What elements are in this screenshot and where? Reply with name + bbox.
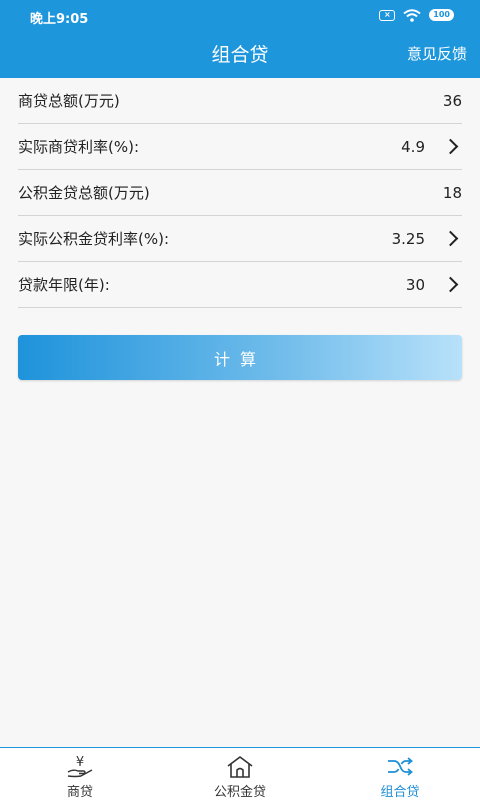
commercial-rate-value-wrap: 4.9 xyxy=(401,138,462,156)
loan-years-label: 贷款年限(年): xyxy=(18,276,110,294)
feedback-link[interactable]: 意见反馈 xyxy=(407,43,467,64)
chevron-right-icon xyxy=(442,230,459,247)
tab-label: 公积金贷 xyxy=(213,785,266,800)
shuffle-icon xyxy=(385,754,415,780)
sim-icon: × xyxy=(379,9,396,21)
calculate-button[interactable]: 计算 xyxy=(18,335,462,380)
commercial-loan-amount-input[interactable] xyxy=(342,91,462,110)
hand-yen-icon: ¥ xyxy=(65,754,95,780)
commercial-rate-row[interactable]: 实际商贷利率(%): 4.9 xyxy=(18,124,462,170)
provident-rate-value-wrap: 3.25 xyxy=(392,230,462,248)
commercial-loan-amount-label: 商贷总额(万元) xyxy=(18,92,120,110)
loan-form: 商贷总额(万元) 实际商贷利率(%): 4.9 公积金贷总额(万元) 实际公积金… xyxy=(18,78,462,308)
commercial-loan-amount-row[interactable]: 商贷总额(万元) xyxy=(18,78,462,124)
provident-rate-label: 实际公积金贷利率(%): xyxy=(18,230,170,248)
bottom-tabbar: ¥ 商贷 公积金贷 组合贷 xyxy=(0,747,480,800)
status-time: 晚上9:05 xyxy=(30,12,89,27)
provident-loan-amount-label: 公积金贷总额(万元) xyxy=(18,184,150,202)
app-header: 晚上9:05 × 100 组合贷 意见反馈 xyxy=(0,0,480,78)
status-icons: × 100 xyxy=(379,8,454,22)
tab-label: 组合贷 xyxy=(380,785,420,800)
provident-loan-amount-value-wrap xyxy=(342,183,462,202)
tab-combined-loan[interactable]: 组合贷 xyxy=(320,748,480,800)
provident-rate-value: 3.25 xyxy=(391,229,425,248)
battery-icon: 100 xyxy=(429,9,454,21)
provident-loan-amount-input[interactable] xyxy=(342,183,462,202)
svg-text:¥: ¥ xyxy=(76,755,84,770)
chevron-right-icon xyxy=(442,276,459,293)
loan-years-value: 30 xyxy=(405,275,425,294)
commercial-rate-label: 实际商贷利率(%): xyxy=(18,138,140,156)
tab-commercial-loan[interactable]: ¥ 商贷 xyxy=(0,748,160,800)
provident-rate-row[interactable]: 实际公积金贷利率(%): 3.25 xyxy=(18,216,462,262)
tab-provident-loan[interactable]: 公积金贷 xyxy=(160,748,320,800)
loan-years-value-wrap: 30 xyxy=(406,276,462,294)
status-bar: 晚上9:05 × 100 xyxy=(0,0,480,30)
tab-label: 商贷 xyxy=(66,785,93,800)
house-icon xyxy=(225,754,255,780)
wifi-icon xyxy=(403,8,421,22)
loan-years-row[interactable]: 贷款年限(年): 30 xyxy=(18,262,462,308)
commercial-rate-value: 4.9 xyxy=(401,137,425,156)
provident-loan-amount-row[interactable]: 公积金贷总额(万元) xyxy=(18,170,462,216)
commercial-loan-amount-value-wrap xyxy=(342,91,462,110)
chevron-right-icon xyxy=(442,138,459,155)
